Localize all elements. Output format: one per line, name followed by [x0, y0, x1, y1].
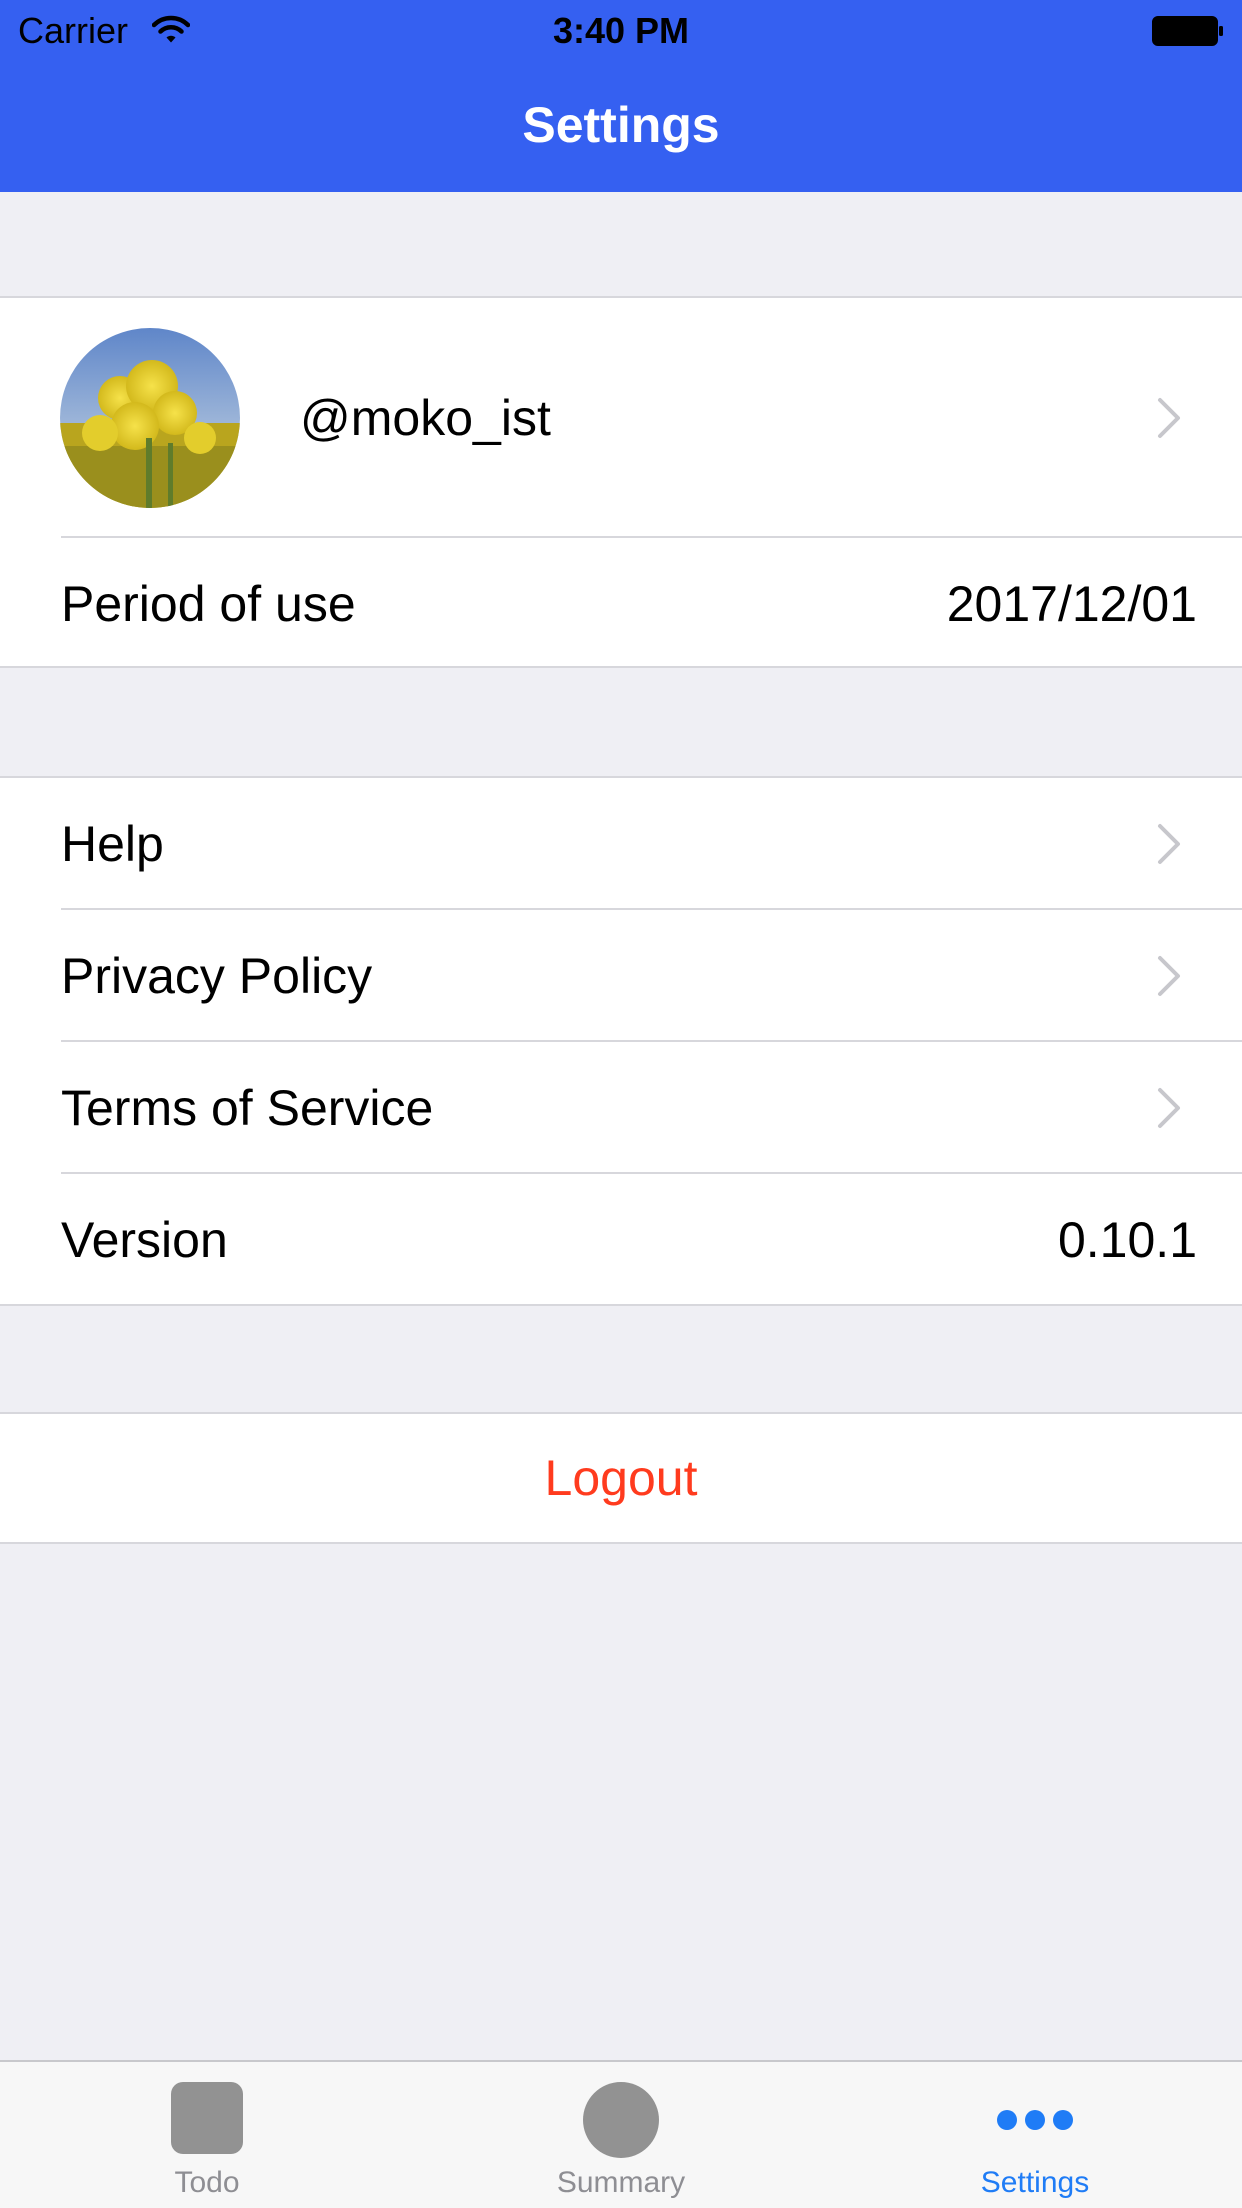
profile-section: @moko_ist Period of use 2017/12/01: [0, 296, 1242, 668]
privacy-policy-label: Privacy Policy: [61, 948, 373, 1004]
version-row: Version 0.10.1: [0, 1174, 1242, 1306]
logout-label: Logout: [544, 1450, 698, 1506]
profile-username: @moko_ist: [300, 390, 551, 446]
version-value: 0.10.1: [1057, 1212, 1197, 1268]
tab-bar: Todo Summary Settings: [0, 2060, 1242, 2208]
page-title: Settings: [522, 97, 720, 153]
avatar: [60, 328, 240, 508]
help-label: Help: [61, 816, 164, 872]
privacy-policy-row[interactable]: Privacy Policy: [0, 910, 1242, 1042]
status-time: 3:40 PM: [552, 10, 690, 51]
profile-row[interactable]: @moko_ist: [0, 298, 1242, 538]
tab-summary-label: Summary: [556, 2166, 686, 2199]
info-section: Help Privacy Policy Terms of Service Ver…: [0, 776, 1242, 1306]
chevron-right-icon: [1158, 398, 1180, 438]
tab-summary[interactable]: Summary: [414, 2062, 828, 2208]
battery-icon: [1152, 16, 1223, 46]
terms-of-service-label: Terms of Service: [61, 1080, 434, 1136]
tab-todo-label: Todo: [174, 2166, 240, 2199]
chevron-right-icon: [1158, 1088, 1180, 1128]
terms-of-service-row[interactable]: Terms of Service: [0, 1042, 1242, 1174]
logout-button[interactable]: Logout: [0, 1414, 1242, 1542]
chevron-right-icon: [1158, 824, 1180, 864]
status-bar: Carrier 3:40 PM: [0, 0, 1242, 60]
more-dots-icon: [997, 2110, 1073, 2130]
help-row[interactable]: Help: [0, 778, 1242, 910]
version-label: Version: [61, 1212, 228, 1268]
period-of-use-row: Period of use 2017/12/01: [0, 538, 1242, 670]
period-value: 2017/12/01: [946, 576, 1197, 632]
tab-settings[interactable]: Settings: [828, 2062, 1242, 2208]
circle-icon: [583, 2082, 659, 2158]
logout-section: Logout: [0, 1412, 1242, 1544]
period-label: Period of use: [61, 576, 356, 632]
navigation-header: Carrier 3:40 PM Settings: [0, 0, 1242, 192]
chevron-right-icon: [1158, 956, 1180, 996]
tab-todo[interactable]: Todo: [0, 2062, 414, 2208]
tab-settings-label: Settings: [980, 2166, 1090, 2199]
rounded-square-icon: [171, 2082, 243, 2154]
